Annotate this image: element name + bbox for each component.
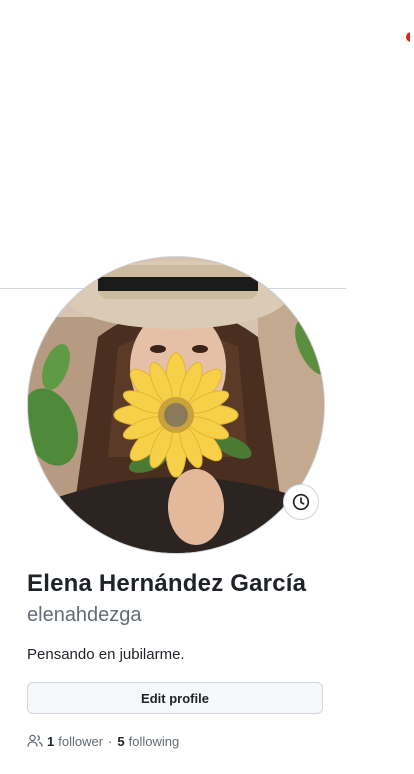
profile-username: elenahdezga (27, 604, 142, 626)
followers-link[interactable]: 1 follower (47, 734, 103, 749)
profile-page: Elena Hernández García elenahdezga Pensa… (0, 0, 414, 774)
following-link[interactable]: 5 following (117, 734, 179, 749)
profile-bio: Pensando en jubilarme. (27, 646, 185, 663)
people-icon (27, 733, 43, 749)
followers-label: follower (58, 733, 104, 749)
separator: · (108, 733, 113, 749)
follow-stats: 1 follower · 5 following (27, 733, 179, 749)
following-count: 5 (117, 733, 125, 749)
edit-profile-button[interactable]: Edit profile (27, 682, 323, 714)
followers-count: 1 (47, 733, 55, 749)
avatar[interactable] (27, 256, 325, 554)
notification-mark (404, 30, 410, 44)
clock-icon (292, 493, 310, 511)
following-label: following (128, 733, 180, 749)
avatar-photo (28, 257, 324, 553)
set-status-button[interactable] (283, 484, 319, 520)
profile-full-name: Elena Hernández García (27, 570, 307, 597)
